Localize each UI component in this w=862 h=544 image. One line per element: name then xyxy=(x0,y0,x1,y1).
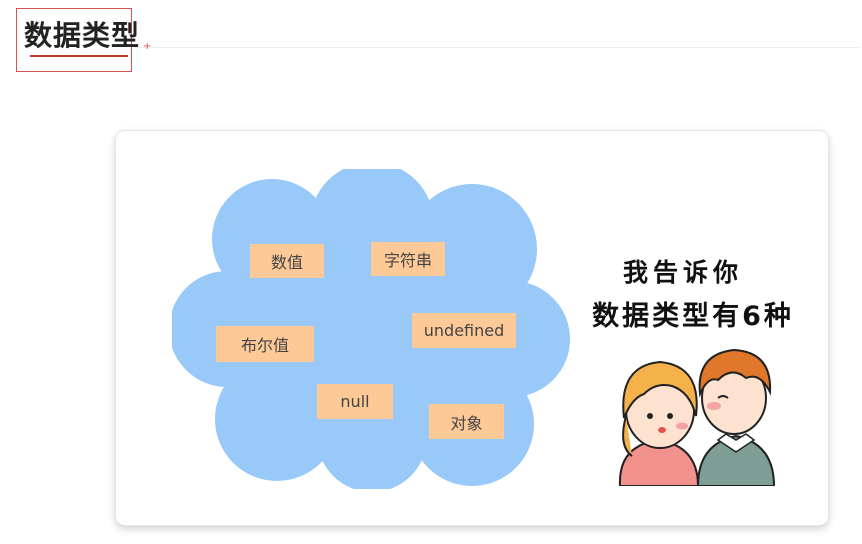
caption-line-1: 我告诉你 xyxy=(623,258,744,287)
type-chip-boolean: 布尔值 xyxy=(216,326,314,362)
boy-figure xyxy=(696,348,776,486)
girl-figure xyxy=(618,360,700,486)
slide-card: 数值 字符串 undefined 布尔值 null 对象 我告诉你 数据类型有6… xyxy=(115,130,829,526)
title-marker-dot: + xyxy=(143,41,152,52)
kissing-kids-illustration xyxy=(618,348,776,486)
type-chip-null: null xyxy=(317,384,393,419)
type-chip-object: 对象 xyxy=(429,404,504,439)
type-chip-string: 字符串 xyxy=(371,242,445,276)
page-title: 数据类型 xyxy=(24,19,141,52)
title-rule xyxy=(134,47,860,48)
type-chip-undefined: undefined xyxy=(412,313,516,348)
type-chip-number: 数值 xyxy=(250,244,324,278)
caption-line-2: 数据类型有6种 xyxy=(592,301,794,332)
title-underline xyxy=(30,55,128,57)
